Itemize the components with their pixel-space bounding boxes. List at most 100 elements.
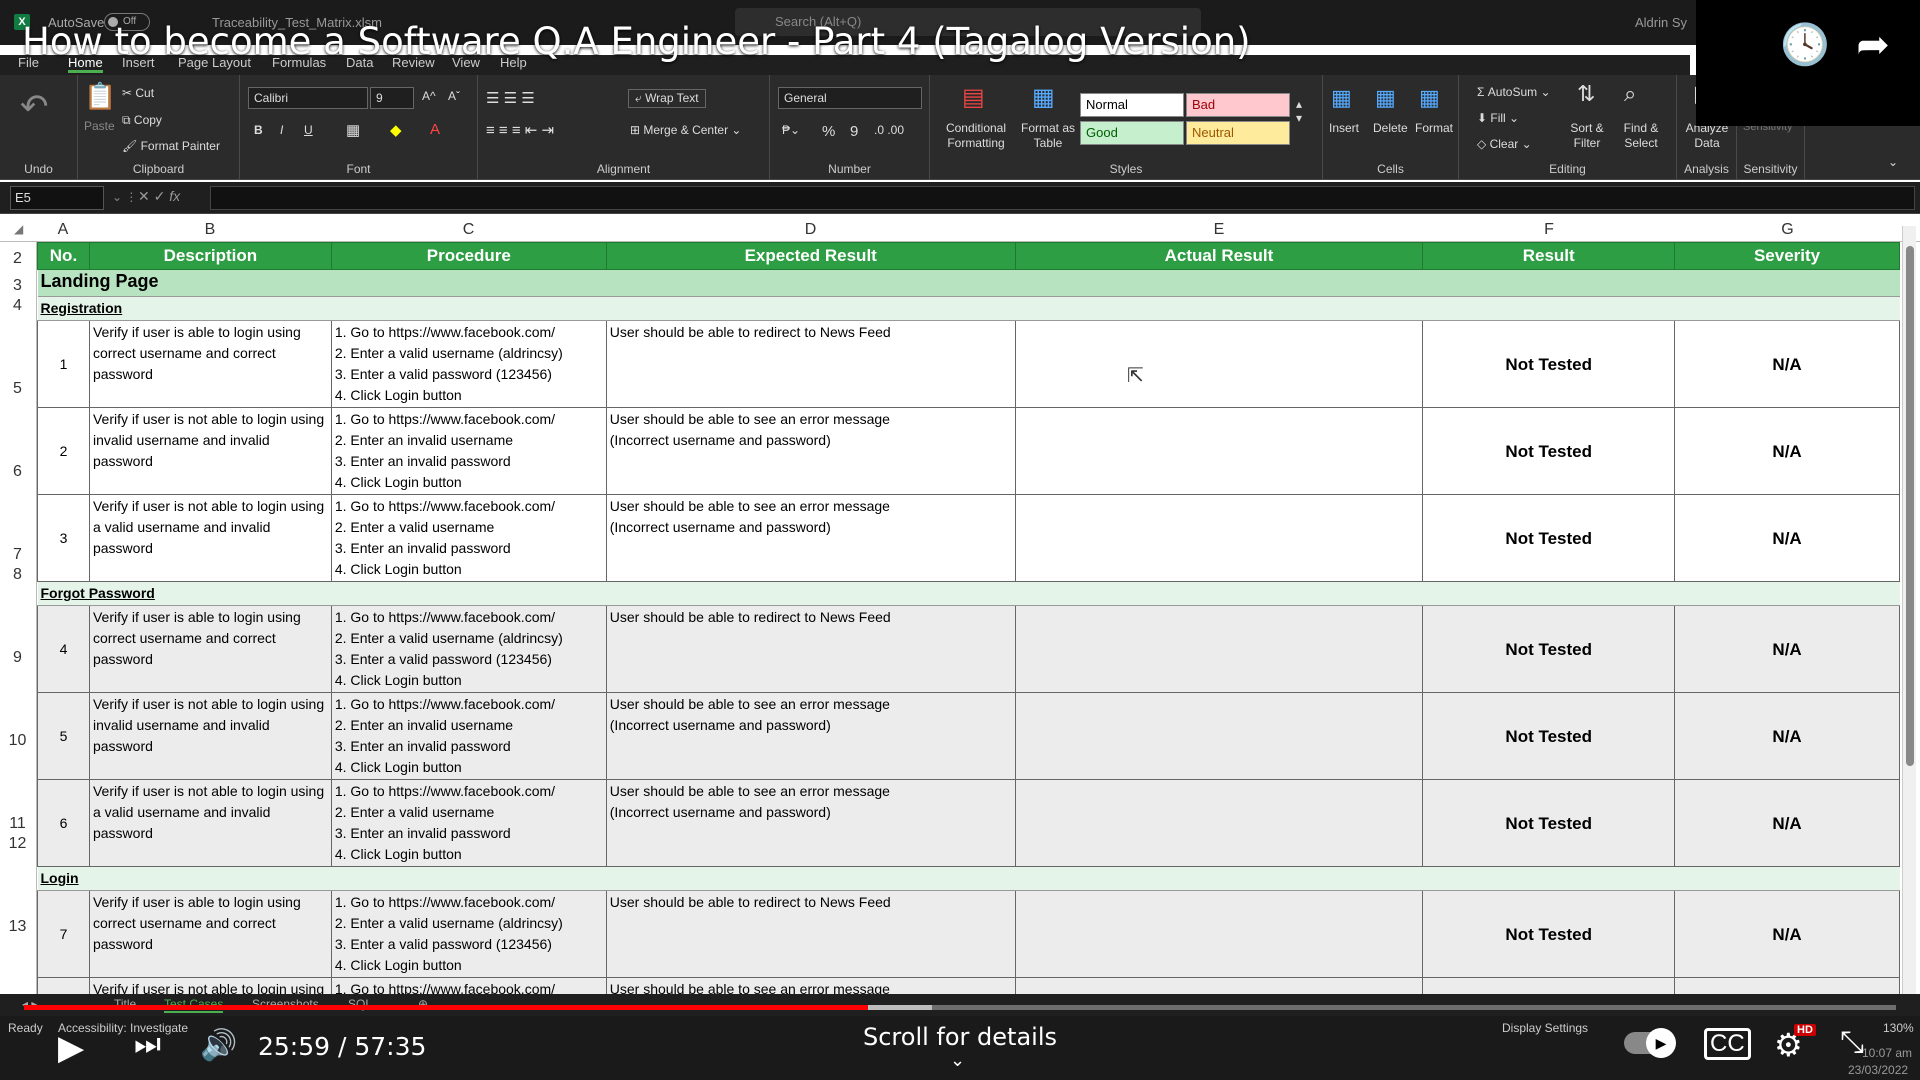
test-case-description[interactable]: Verify if user is not able to login usin… [88,779,332,867]
bold-button[interactable]: B [254,123,263,137]
find-icon[interactable]: ⌕ [1624,81,1636,107]
test-case-expected[interactable]: User should be able to see an error mess… [605,779,1016,867]
column-header-f[interactable]: F [1423,221,1675,239]
test-case-severity[interactable]: N/A [1674,977,1900,994]
row-header[interactable]: 5 [0,380,35,398]
style-good[interactable]: Good [1080,121,1184,145]
test-case-severity[interactable]: N/A [1674,692,1900,780]
insert-cells-button[interactable]: Insert [1329,121,1359,135]
test-case-severity[interactable]: N/A [1674,407,1900,495]
row-header[interactable]: 12 [0,835,35,853]
row-header[interactable]: 4 [0,297,35,315]
find-select-button[interactable]: Find & Select [1617,121,1665,151]
style-neutral[interactable]: Neutral [1186,121,1290,145]
paste-button[interactable]: Paste [84,119,115,133]
header-cell-c[interactable]: Procedure [330,242,607,270]
test-case-procedure[interactable]: 1. Go to https://www.facebook.com/2. Ent… [330,320,607,408]
test-case-description[interactable]: Verify if user is not able to login usin… [88,407,332,495]
test-case-result[interactable]: Not Tested [1422,890,1676,978]
test-case-result[interactable]: Not Tested [1422,779,1676,867]
test-case-result[interactable]: Not Tested [1422,494,1676,582]
test-case-procedure[interactable]: 1. Go to https://www.facebook.com/2. Ent… [330,977,607,994]
column-header-a[interactable]: A [37,221,89,239]
test-case-description[interactable]: Verify if user is able to login using co… [88,890,332,978]
video-title[interactable]: How to become a Software Q.A Engineer - … [22,20,1251,63]
row-header[interactable]: 9 [0,649,35,667]
column-header-g[interactable]: G [1675,221,1900,239]
row-header[interactable]: 8 [0,566,35,584]
align-top-icon[interactable]: ☰ ☰ ☰ [486,89,535,107]
delete-cells-button[interactable]: Delete [1373,121,1408,135]
collapse-ribbon-icon[interactable]: ⌄ [1888,155,1898,169]
header-cell-d[interactable]: Expected Result [605,242,1016,270]
test-case-number[interactable]: 4 [37,605,90,693]
test-case-actual[interactable] [1014,779,1424,867]
row-header[interactable]: 2 [0,250,35,268]
user-name[interactable]: Aldrin Sy [1635,15,1687,30]
header-cell-b[interactable]: Description [88,242,332,270]
select-all-icon[interactable]: ◢ [14,222,23,236]
grow-font-icon[interactable]: A^ [422,89,436,103]
test-case-actual[interactable] [1014,977,1424,994]
chevron-down-icon[interactable]: ⌄ [950,1050,965,1071]
row-header[interactable]: 3 [0,277,35,295]
sort-filter-button[interactable]: Sort & Filter [1563,121,1611,151]
test-case-description[interactable]: Verify if user is not able to login usin… [88,977,332,994]
test-case-severity[interactable]: N/A [1674,779,1900,867]
test-case-expected[interactable]: User should be able to see an error mess… [605,692,1016,780]
test-case-result[interactable]: Not Tested [1422,320,1676,408]
format-painter-button[interactable]: 🖌 Format Painter [122,139,220,153]
font-family-select[interactable]: Calibri [248,87,368,109]
borders-icon[interactable]: ▦ [346,121,360,139]
test-case-expected[interactable]: User should be able to redirect to News … [605,890,1016,978]
test-case-number[interactable]: 3 [37,494,90,582]
clear-button[interactable]: ◇ Clear ⌄ [1477,137,1532,151]
format-as-table-button[interactable]: Format as Table [1018,121,1078,151]
test-case-severity[interactable]: N/A [1674,890,1900,978]
group-title[interactable]: Registration [37,296,1900,321]
delete-cells-icon[interactable]: ▦ [1375,85,1396,111]
name-box[interactable]: E5 [10,186,104,210]
test-case-number[interactable]: 6 [37,779,90,867]
insert-cells-icon[interactable]: ▦ [1331,85,1352,111]
test-case-procedure[interactable]: 1. Go to https://www.facebook.com/2. Ent… [330,890,607,978]
test-case-description[interactable]: Verify if user is able to login using co… [88,320,332,408]
header-cell-a[interactable]: No. [37,242,90,270]
format-cells-button[interactable]: Format [1415,121,1453,135]
test-case-actual[interactable] [1014,320,1424,408]
column-header-b[interactable]: B [89,221,331,239]
test-case-expected[interactable]: User should be able to see an error mess… [605,407,1016,495]
style-normal[interactable]: Normal [1080,93,1184,117]
shrink-font-icon[interactable]: Aˇ [448,89,460,103]
fill-color-icon[interactable]: ◆ [390,121,402,139]
row-header[interactable]: 6 [0,463,35,481]
vertical-scrollbar[interactable] [1902,226,1916,996]
cut-button[interactable]: ✂ Cut [122,86,154,100]
styles-scroll-icon[interactable]: ▴ ▾ [1296,97,1302,125]
test-case-number[interactable]: 7 [37,890,90,978]
namebox-dropdown-icon[interactable]: ⌄ ⋮ [112,190,137,204]
test-case-description[interactable]: Verify if user is able to login using co… [88,605,332,693]
test-case-expected[interactable]: User should be able to see an error mess… [605,494,1016,582]
row-header[interactable]: 10 [0,732,35,750]
column-header-d[interactable]: D [606,221,1015,239]
decimal-icon[interactable]: .0 .00 [874,123,904,137]
enter-icon[interactable]: ✓ [154,188,170,204]
test-case-severity[interactable]: N/A [1674,494,1900,582]
font-size-select[interactable]: 9 [370,87,414,109]
percent-button[interactable]: % [822,123,835,140]
font-color-icon[interactable]: A [430,121,440,138]
wrap-text-button[interactable]: ⤶ Wrap Text [628,89,706,108]
test-case-expected[interactable]: User should be able to redirect to News … [605,605,1016,693]
test-case-description[interactable]: Verify if user is not able to login usin… [88,494,332,582]
column-header-e[interactable]: E [1015,221,1423,239]
test-case-procedure[interactable]: 1. Go to https://www.facebook.com/2. Ent… [330,407,607,495]
comma-button[interactable]: 9 [850,123,858,140]
test-case-actual[interactable] [1014,692,1424,780]
row-header[interactable]: 7 [0,546,35,564]
header-cell-g[interactable]: Severity [1674,242,1900,270]
row-header[interactable]: 11 [0,815,35,833]
format-cells-icon[interactable]: ▦ [1419,85,1440,111]
number-format-select[interactable]: General [778,87,922,109]
test-case-actual[interactable] [1014,890,1424,978]
